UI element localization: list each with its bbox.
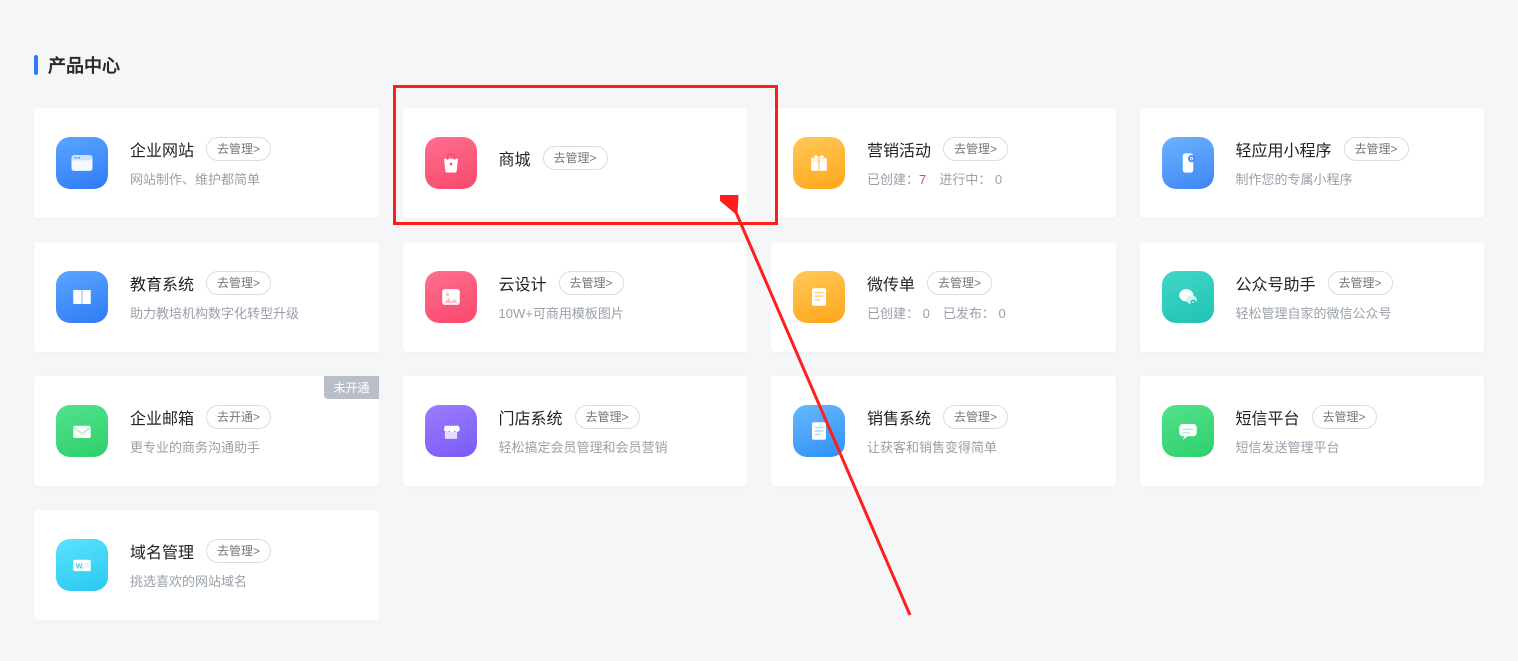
card-sms[interactable]: 短信平台 去管理> 短信发送管理平台 — [1140, 376, 1485, 486]
card-title: 门店系统 — [499, 405, 563, 429]
card-shop[interactable]: 商城 去管理> — [403, 108, 748, 218]
card-education[interactable]: 教育系统 去管理> 助力教培机构数字化转型升级 — [34, 242, 379, 352]
card-desc: 短信发送管理平台 — [1236, 439, 1463, 457]
manage-button[interactable]: 去管理> — [1328, 271, 1393, 295]
card-domain[interactable]: W. 域名管理 去管理> 挑选喜欢的网站域名 — [34, 510, 379, 620]
card-desc: 网站制作、维护都简单 — [130, 171, 357, 189]
card-desc: 制作您的专属小程序 — [1236, 171, 1463, 189]
gift-icon — [793, 137, 845, 189]
card-desc: 已创建：7 进行中： 0 — [867, 171, 1094, 189]
storefront-icon — [425, 405, 477, 457]
phone-link-icon — [1162, 137, 1214, 189]
domain-card-icon: W. — [56, 539, 108, 591]
card-desc: 已创建： 0 已发布： 0 — [867, 305, 1094, 323]
book-icon — [56, 271, 108, 323]
manage-button[interactable]: 去管理> — [1312, 405, 1377, 429]
image-icon — [425, 271, 477, 323]
card-sales-system[interactable]: 销售系统 去管理> 让获客和销售变得简单 — [771, 376, 1116, 486]
card-miniapp[interactable]: 轻应用小程序 去管理> 制作您的专属小程序 — [1140, 108, 1485, 218]
svg-text:W.: W. — [76, 564, 84, 571]
card-title: 公众号助手 — [1236, 271, 1316, 295]
manage-button[interactable]: 去管理> — [943, 137, 1008, 161]
card-wechat-helper[interactable]: 公众号助手 去管理> 轻松管理自家的微信公众号 — [1140, 242, 1485, 352]
desc-prefix: 已创建： — [867, 172, 919, 187]
card-store-system[interactable]: 门店系统 去管理> 轻松搞定会员管理和会员营销 — [403, 376, 748, 486]
card-desc: 轻松搞定会员管理和会员营销 — [499, 439, 726, 457]
speech-bubble-icon — [1162, 405, 1214, 457]
browser-window-icon — [56, 137, 108, 189]
card-title: 企业邮箱 — [130, 405, 194, 429]
section-title-text: 产品中心 — [48, 52, 120, 78]
flyer-icon — [793, 271, 845, 323]
manage-button[interactable]: 去管理> — [943, 405, 1008, 429]
unopened-badge: 未开通 — [324, 376, 378, 399]
manage-button[interactable]: 去管理> — [206, 137, 271, 161]
card-flyer[interactable]: 微传单 去管理> 已创建： 0 已发布： 0 — [771, 242, 1116, 352]
card-title: 域名管理 — [130, 539, 194, 563]
product-center-section: 产品中心 企业网站 去管理> 网站制作、维护都简单 商城 — [0, 0, 1518, 650]
card-mail[interactable]: 未开通 企业邮箱 去开通> 更专业的商务沟通助手 — [34, 376, 379, 486]
manage-button[interactable]: 去管理> — [543, 146, 608, 170]
open-button[interactable]: 去开通> — [206, 405, 271, 429]
manage-button[interactable]: 去管理> — [927, 271, 992, 295]
card-design[interactable]: 云设计 去管理> 10W+可商用模板图片 — [403, 242, 748, 352]
card-company-site[interactable]: 企业网站 去管理> 网站制作、维护都简单 — [34, 108, 379, 218]
card-title: 短信平台 — [1236, 405, 1300, 429]
card-desc: 挑选喜欢的网站域名 — [130, 573, 357, 591]
manage-button[interactable]: 去管理> — [559, 271, 624, 295]
card-title: 轻应用小程序 — [1236, 137, 1332, 161]
card-desc: 轻松管理自家的微信公众号 — [1236, 305, 1463, 323]
card-title: 销售系统 — [867, 405, 931, 429]
card-desc: 让获客和销售变得简单 — [867, 439, 1094, 457]
manage-button[interactable]: 去管理> — [206, 539, 271, 563]
card-desc: 更专业的商务沟通助手 — [130, 439, 357, 457]
title-accent-bar — [34, 55, 38, 75]
section-title: 产品中心 — [34, 52, 1484, 78]
desc-suffix: 进行中： 0 — [926, 172, 1002, 187]
manage-button[interactable]: 去管理> — [1344, 137, 1409, 161]
card-title: 微传单 — [867, 271, 915, 295]
product-grid: 企业网站 去管理> 网站制作、维护都简单 商城 去管理> — [34, 108, 1484, 620]
card-desc: 助力教培机构数字化转型升级 — [130, 305, 357, 323]
card-title: 商城 — [499, 146, 531, 170]
card-marketing[interactable]: 营销活动 去管理> 已创建：7 进行中： 0 — [771, 108, 1116, 218]
card-title: 企业网站 — [130, 137, 194, 161]
card-title: 云设计 — [499, 271, 547, 295]
document-lines-icon — [793, 405, 845, 457]
card-title: 营销活动 — [867, 137, 931, 161]
manage-button[interactable]: 去管理> — [206, 271, 271, 295]
card-desc: 10W+可商用模板图片 — [499, 305, 726, 323]
card-title: 教育系统 — [130, 271, 194, 295]
manage-button[interactable]: 去管理> — [575, 405, 640, 429]
envelope-icon — [56, 405, 108, 457]
wechat-gear-icon — [1162, 271, 1214, 323]
shopping-bag-icon — [425, 137, 477, 189]
